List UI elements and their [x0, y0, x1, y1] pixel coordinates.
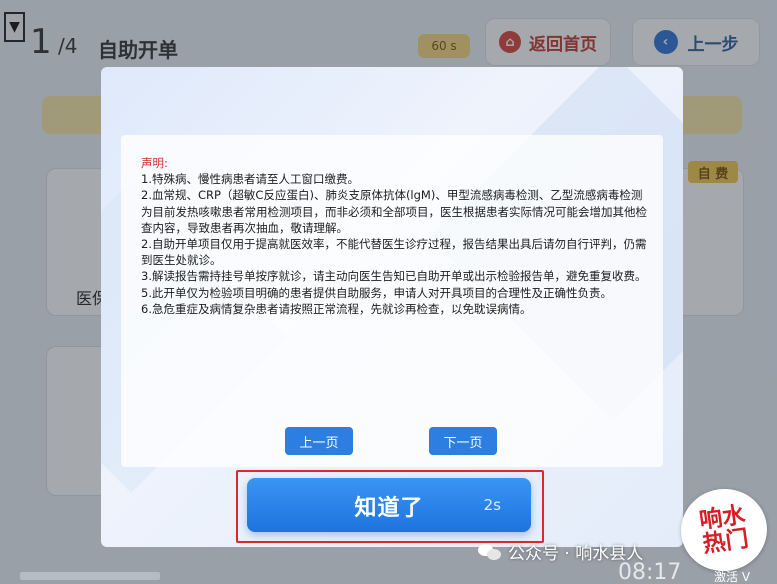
wechat-icon: [478, 542, 502, 562]
logo-line: 热门: [701, 525, 751, 558]
activation-text: 激活 V: [714, 570, 751, 584]
next-page-button[interactable]: 下一页: [429, 427, 497, 455]
declaration-panel: 声明: 1.特殊病、慢性病患者请至人工窗口缴费。 2.血常规、CRP（超敏C反应…: [121, 135, 663, 467]
declaration-line: 5.此开单仅为检验项目明确的患者提供自助服务，申请人对开具项目的合理性及正确性负…: [141, 285, 612, 300]
declaration-heading: 声明:: [141, 156, 168, 170]
declaration-line: 2.血常规、CRP（超敏C反应蛋白)、肺炎支原体抗体(lgM)、甲型流感病毒检测…: [141, 188, 647, 235]
highlight-box: [236, 470, 544, 543]
footer-bar: [20, 572, 160, 580]
declaration-line: 6.急危重症及病情复杂患者请按照正常流程，先就诊再检查，以免耽误病情。: [141, 301, 532, 316]
declaration-text: 声明: 1.特殊病、慢性病患者请至人工窗口缴费。 2.血常规、CRP（超敏C反应…: [141, 155, 651, 317]
declaration-line: 3.解读报告需持挂号单按序就诊，请主动向医生告知已自助开单或出示检验报告单，避免…: [141, 269, 647, 284]
declaration-line: 1.特殊病、慢性病患者请至人工窗口缴费。: [141, 172, 359, 187]
clock: 08:17: [618, 560, 682, 584]
prev-page-button[interactable]: 上一页: [285, 427, 353, 455]
declaration-line: 2.自助开单项目仅用于提高就医效率，不能代替医生诊疗过程，报告结果出具后请勿自行…: [141, 237, 647, 268]
